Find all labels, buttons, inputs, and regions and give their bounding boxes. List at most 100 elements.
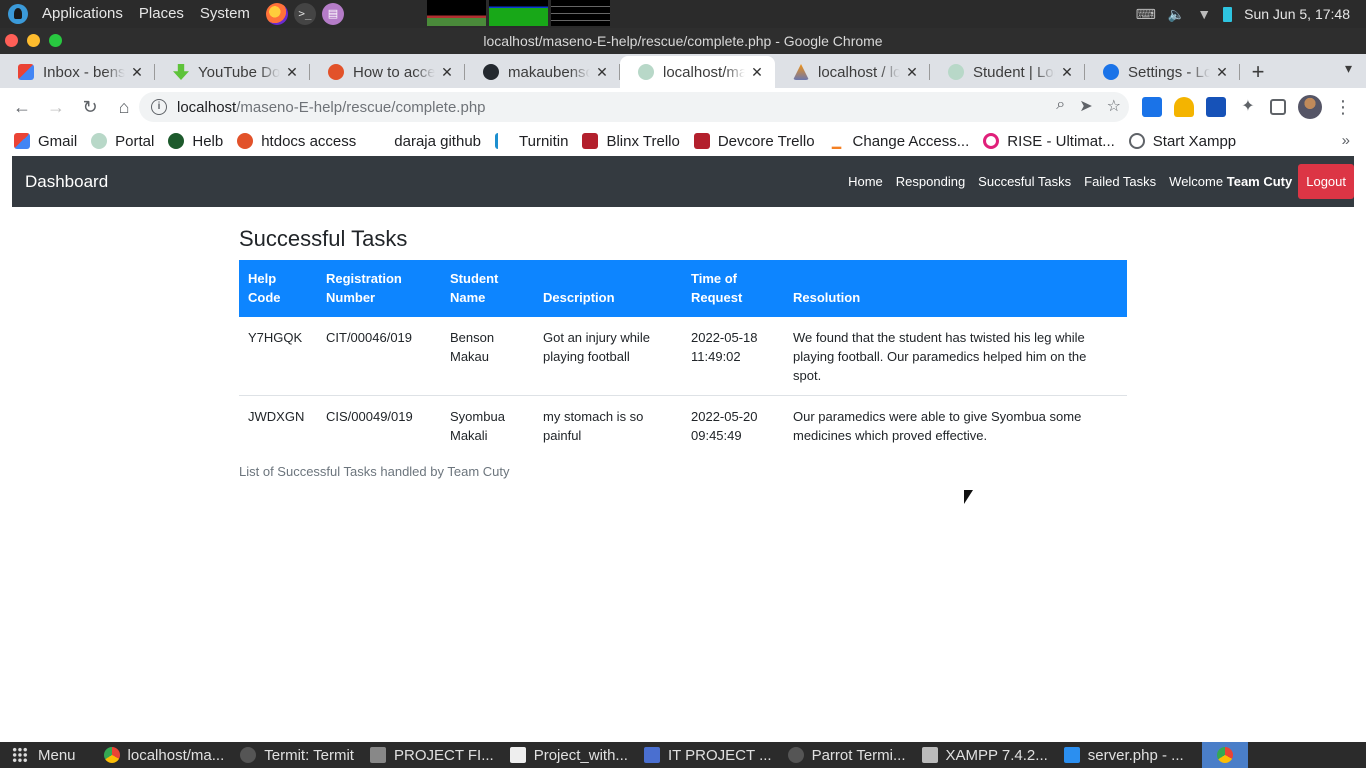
rise-icon xyxy=(983,133,1000,149)
taskbar-item-project-folder[interactable]: PROJECT FI... xyxy=(362,742,502,768)
tab-gmail[interactable]: Inbox - benson✕ xyxy=(0,56,155,88)
bookmark-turnitin[interactable]: Turnitin xyxy=(495,133,568,150)
tab-youtube-downloader[interactable]: YouTube Downloader✕ xyxy=(155,56,310,88)
nav-failed-tasks-link[interactable]: Failed Tasks xyxy=(1084,174,1156,189)
taskbar-item-xampp[interactable]: XAMPP 7.4.2... xyxy=(914,742,1056,768)
taskbar-item-chrome[interactable]: localhost/ma... xyxy=(96,742,233,768)
close-tab-icon[interactable]: ✕ xyxy=(284,64,300,81)
taskbar-item-it-project[interactable]: IT PROJECT ... xyxy=(636,742,780,768)
close-tab-icon[interactable]: ✕ xyxy=(1214,64,1230,81)
logout-button[interactable]: Logout xyxy=(1298,164,1354,199)
welcome-text: Welcome Team Cuty xyxy=(1169,174,1292,189)
trello-icon xyxy=(582,133,599,149)
send-icon[interactable]: ➤ xyxy=(1079,96,1092,116)
bottom-taskbar: Menu localhost/ma... Termit: Termit PROJ… xyxy=(0,742,1366,768)
tab-search-chevron-icon[interactable]: ▾ xyxy=(1345,60,1352,77)
system-menu[interactable]: System xyxy=(192,0,258,28)
forward-button[interactable]: → xyxy=(40,91,72,123)
helb-icon xyxy=(168,133,185,149)
close-tab-icon[interactable]: ✕ xyxy=(594,64,610,81)
wifi-icon[interactable]: ▼ xyxy=(1197,6,1211,22)
firefox-icon[interactable] xyxy=(265,3,288,25)
bookmark-label: Turnitin xyxy=(519,132,569,150)
parrot-os-logo-icon[interactable] xyxy=(8,4,28,24)
home-button[interactable]: ⌂ xyxy=(108,91,140,123)
site-info-icon[interactable]: i xyxy=(151,99,167,115)
close-tab-icon[interactable]: ✕ xyxy=(439,64,455,81)
places-menu[interactable]: Places xyxy=(131,0,192,28)
tab-how-to-access[interactable]: How to access✕ xyxy=(310,56,465,88)
tab-phpmyadmin[interactable]: localhost / localhost✕ xyxy=(775,56,930,88)
taskbar-item-parrot-terminal[interactable]: Parrot Termi... xyxy=(780,742,914,768)
bookmark-devcore-trello[interactable]: Devcore Trello xyxy=(693,133,815,150)
text-document-icon xyxy=(643,747,660,763)
bookmark-daraja-github[interactable]: daraja github xyxy=(370,133,481,150)
bookmark-change-access[interactable]: Change Access... xyxy=(829,133,969,150)
bookmark-portal[interactable]: Portal xyxy=(91,133,154,150)
bookmark-label: RISE - Ultimat... xyxy=(1007,132,1115,150)
window-controls xyxy=(5,34,62,47)
lock-extension-icon[interactable] xyxy=(1174,97,1194,117)
volume-icon[interactable]: 🔈 xyxy=(1168,6,1185,23)
taskbar-item-project-doc[interactable]: Project_with... xyxy=(502,742,636,768)
system-tray: ⌨ 🔈 ▼ Sun Jun 5, 17:48 xyxy=(1136,0,1366,28)
nav-home-link[interactable]: Home xyxy=(848,174,883,189)
welcome-prefix: Welcome xyxy=(1169,174,1224,189)
tab-github[interactable]: makaubenson✕ xyxy=(465,56,620,88)
taskbar-item-termit[interactable]: Termit: Termit xyxy=(232,742,362,768)
back-button[interactable]: ← xyxy=(6,91,38,123)
applications-menu[interactable]: Applications xyxy=(34,0,131,28)
column-header-resolution: Resolution xyxy=(784,260,1127,317)
tab-label: makaubenson xyxy=(508,63,590,81)
close-window-button[interactable] xyxy=(5,34,18,47)
reload-button[interactable]: ↻ xyxy=(74,91,106,123)
extension-icon[interactable] xyxy=(1142,97,1162,117)
chrome-menu-icon[interactable]: ⋮ xyxy=(1334,97,1352,117)
bookmark-rise[interactable]: RISE - Ultimat... xyxy=(983,133,1115,150)
start-menu-button[interactable]: Menu xyxy=(12,747,76,764)
bookmark-start-xampp[interactable]: Start Xampp xyxy=(1128,133,1236,150)
address-bar[interactable]: i localhost/maseno-E-help/rescue/complet… xyxy=(139,92,1129,122)
more-bookmarks-chevron-icon[interactable]: » xyxy=(1342,132,1350,149)
close-tab-icon[interactable]: ✕ xyxy=(129,64,145,81)
column-header-student-name: Student Name xyxy=(441,260,534,317)
clock[interactable]: Sun Jun 5, 17:48 xyxy=(1244,6,1350,22)
extensions-puzzle-icon[interactable]: ✦ xyxy=(1238,97,1258,117)
terminal-launcher-icon[interactable]: >_ xyxy=(293,3,316,25)
tab-settings[interactable]: Settings - Location✕ xyxy=(1085,56,1240,88)
profile-avatar[interactable] xyxy=(1298,95,1322,119)
taskbar-item-label: Project_with... xyxy=(533,746,628,764)
bookmark-star-icon[interactable]: ☆ xyxy=(1107,96,1121,116)
bookmark-blinx-trello[interactable]: Blinx Trello xyxy=(582,133,680,150)
tab-student-login[interactable]: Student | Login✕ xyxy=(930,56,1085,88)
tab-label: YouTube Downloader xyxy=(198,63,280,81)
close-tab-icon[interactable]: ✕ xyxy=(749,64,765,81)
cell-student-name: Benson Makau xyxy=(441,317,534,396)
keyboard-icon[interactable]: ⌨ xyxy=(1136,6,1156,23)
maximize-window-button[interactable] xyxy=(49,34,62,47)
nav-responding-link[interactable]: Responding xyxy=(896,174,965,189)
cell-student-name: Syombua Makali xyxy=(450,409,505,443)
extension-icon[interactable] xyxy=(1206,97,1226,117)
taskbar-item-vscode[interactable]: server.php - ... xyxy=(1056,742,1192,768)
active-workspace-chrome-icon[interactable] xyxy=(1202,742,1248,768)
side-panel-icon[interactable] xyxy=(1270,99,1286,115)
close-tab-icon[interactable]: ✕ xyxy=(1059,64,1075,81)
navbar-brand[interactable]: Dashboard xyxy=(25,172,108,192)
zoom-icon[interactable]: ⌕ xyxy=(1056,96,1065,116)
url-host: localhost xyxy=(177,98,237,116)
folder-icon xyxy=(369,747,386,763)
bookmark-gmail[interactable]: Gmail xyxy=(14,133,77,150)
network-graph xyxy=(551,0,610,26)
tab-localhost-active[interactable]: localhost/maseno✕ xyxy=(620,56,775,88)
battery-icon[interactable] xyxy=(1223,6,1233,22)
minimize-window-button[interactable] xyxy=(27,34,40,47)
text-editor-icon[interactable]: ▤ xyxy=(321,3,344,25)
new-tab-button[interactable]: + xyxy=(1240,56,1276,88)
bookmark-htdocs-access[interactable]: htdocs access xyxy=(237,133,356,150)
turnitin-icon xyxy=(495,133,511,149)
nav-successful-tasks-link[interactable]: Succesful Tasks xyxy=(978,174,1071,189)
bookmark-helb[interactable]: Helb xyxy=(168,133,223,150)
cell-help-code: JWDXGN xyxy=(248,409,305,424)
close-tab-icon[interactable]: ✕ xyxy=(904,64,920,81)
